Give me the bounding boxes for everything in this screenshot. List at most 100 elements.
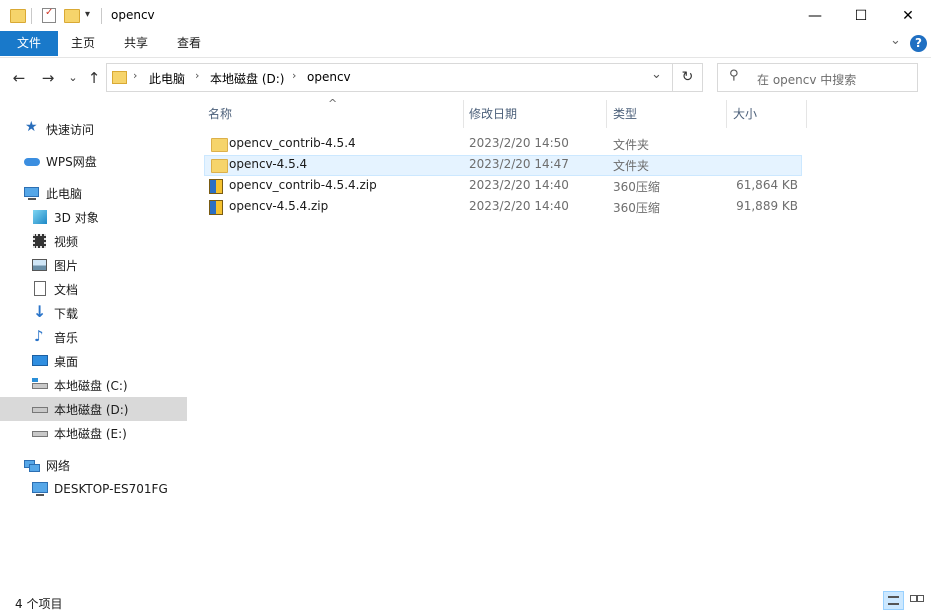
nav-label: 此电脑 (46, 186, 83, 201)
nav-desktop-computer[interactable]: DESKTOP-ES701FG (0, 477, 187, 501)
desktop-icon (32, 353, 48, 369)
file-size: 91,889 KB (736, 199, 798, 213)
address-bar[interactable] (106, 63, 673, 92)
column-divider[interactable] (606, 100, 607, 128)
nav-drive-e[interactable]: 本地磁盘 (E:) (0, 421, 187, 445)
nav-drive-c[interactable]: 本地磁盘 (C:) (0, 373, 187, 397)
divider (101, 8, 102, 24)
minimize-button[interactable]: — (792, 0, 838, 31)
file-date: 2023/2/20 14:40 (469, 178, 569, 192)
nav-drive-d[interactable]: 本地磁盘 (D:) (0, 397, 187, 421)
chevron-right-icon[interactable]: › (133, 69, 137, 82)
sort-ascending-icon: ^ (328, 97, 338, 110)
nav-label: 视频 (54, 234, 79, 249)
nav-music[interactable]: ♪ 音乐 (0, 325, 187, 349)
maximize-button[interactable]: ☐ (838, 0, 884, 31)
column-divider[interactable] (806, 100, 807, 128)
nav-downloads[interactable]: ↓ 下载 (0, 301, 187, 325)
nav-documents[interactable]: 文档 (0, 277, 187, 301)
music-icon: ♪ (34, 327, 44, 345)
nav-this-pc[interactable]: 此电脑 (0, 181, 187, 205)
tab-view[interactable]: 查看 (166, 31, 212, 56)
nav-pictures[interactable]: 图片 (0, 253, 187, 277)
cube-icon (32, 209, 48, 225)
video-icon (32, 233, 48, 249)
nav-label: 图片 (54, 258, 79, 273)
large-icons-view-button[interactable] (906, 591, 927, 610)
file-type: 360压缩 (613, 201, 660, 215)
back-button[interactable]: ← (9, 68, 29, 88)
file-date: 2023/2/20 14:40 (469, 199, 569, 213)
star-icon: ★ (25, 119, 38, 135)
table-row[interactable]: opencv_contrib-4.5.4.zip 2023/2/20 14:40… (204, 176, 802, 197)
checkmark-icon: ✓ (45, 7, 54, 18)
nav-label: 本地磁盘 (D:) (54, 402, 129, 417)
recent-locations-button[interactable]: ⌄ (63, 68, 83, 88)
file-type: 文件夹 (613, 138, 650, 152)
customize-toolbar-icon[interactable]: ▾ (85, 9, 90, 20)
large-icons-view-icon (917, 595, 924, 602)
nav-network[interactable]: 网络 (0, 453, 187, 477)
file-name: opencv-4.5.4.zip (229, 199, 329, 213)
nav-label: 快速访问 (46, 122, 95, 137)
search-input[interactable]: 在 opencv 中搜索 (757, 71, 856, 88)
column-header-date[interactable]: 修改日期 (469, 100, 517, 128)
tab-home[interactable]: 主页 (60, 31, 106, 56)
download-icon: ↓ (33, 302, 47, 321)
zip-archive-icon (209, 179, 223, 194)
column-header-name[interactable]: 名称 (208, 100, 232, 128)
nav-label: 本地磁盘 (C:) (54, 378, 128, 393)
column-divider[interactable] (463, 100, 464, 128)
details-view-icon (888, 596, 899, 605)
drive-icon (32, 401, 48, 417)
properties-icon[interactable]: ✓ (42, 7, 56, 23)
details-view-button[interactable] (883, 591, 904, 610)
nav-quick-access[interactable]: ★ 快速访问 (0, 117, 187, 141)
nav-label: DESKTOP-ES701FG (54, 482, 168, 496)
monitor-icon (32, 481, 48, 497)
chevron-right-icon[interactable]: › (195, 69, 199, 82)
column-divider[interactable] (726, 100, 727, 128)
chevron-right-icon[interactable]: › (292, 69, 296, 82)
nav-wps-cloud[interactable]: WPS网盘 (0, 149, 187, 173)
nav-label: 文档 (54, 282, 79, 297)
expand-ribbon-icon[interactable]: ⌄ (890, 33, 901, 48)
forward-button[interactable]: → (38, 68, 58, 88)
window-title: opencv (111, 8, 155, 22)
nav-label: 桌面 (54, 354, 79, 369)
file-name: opencv_contrib-4.5.4 (229, 136, 356, 150)
nav-3d-objects[interactable]: 3D 对象 (0, 205, 187, 229)
status-item-count: 4 个项目 (15, 597, 63, 611)
table-row[interactable]: opencv_contrib-4.5.4 2023/2/20 14:50 文件夹 (204, 134, 802, 155)
file-size: 61,864 KB (736, 178, 798, 192)
breadcrumb-opencv[interactable]: opencv (307, 70, 351, 84)
search-icon: ⚲ (729, 68, 739, 83)
picture-icon (32, 257, 48, 273)
table-row[interactable]: opencv-4.5.4.zip 2023/2/20 14:40 360压缩 9… (204, 197, 802, 218)
column-header-size[interactable]: 大小 (733, 100, 757, 128)
breadcrumb-drive-d[interactable]: 本地磁盘 (D:) (210, 70, 284, 87)
nav-videos[interactable]: 视频 (0, 229, 187, 253)
help-icon[interactable]: ? (910, 35, 927, 52)
new-folder-icon[interactable] (64, 9, 80, 23)
nav-label: WPS网盘 (46, 154, 97, 169)
column-header-type[interactable]: 类型 (613, 100, 637, 128)
folder-icon (211, 138, 228, 152)
tab-file[interactable]: 文件 (0, 31, 58, 56)
tab-share[interactable]: 共享 (113, 31, 159, 56)
zip-archive-icon (209, 200, 223, 215)
nav-label: 3D 对象 (54, 210, 99, 225)
folder-icon (112, 71, 127, 84)
address-dropdown-icon[interactable]: ⌄ (651, 67, 662, 82)
refresh-button[interactable]: ↻ (673, 63, 703, 92)
file-date: 2023/2/20 14:47 (469, 157, 569, 171)
table-row[interactable]: opencv-4.5.4 2023/2/20 14:47 文件夹 (204, 155, 802, 176)
file-name: opencv-4.5.4 (229, 157, 308, 171)
nav-desktop[interactable]: 桌面 (0, 349, 187, 373)
nav-label: 音乐 (54, 330, 79, 345)
file-name: opencv_contrib-4.5.4.zip (229, 178, 377, 192)
close-button[interactable]: ✕ (885, 0, 931, 31)
up-button[interactable]: ↑ (84, 68, 104, 88)
breadcrumb-this-pc[interactable]: 此电脑 (149, 70, 185, 87)
folder-icon (10, 9, 26, 23)
